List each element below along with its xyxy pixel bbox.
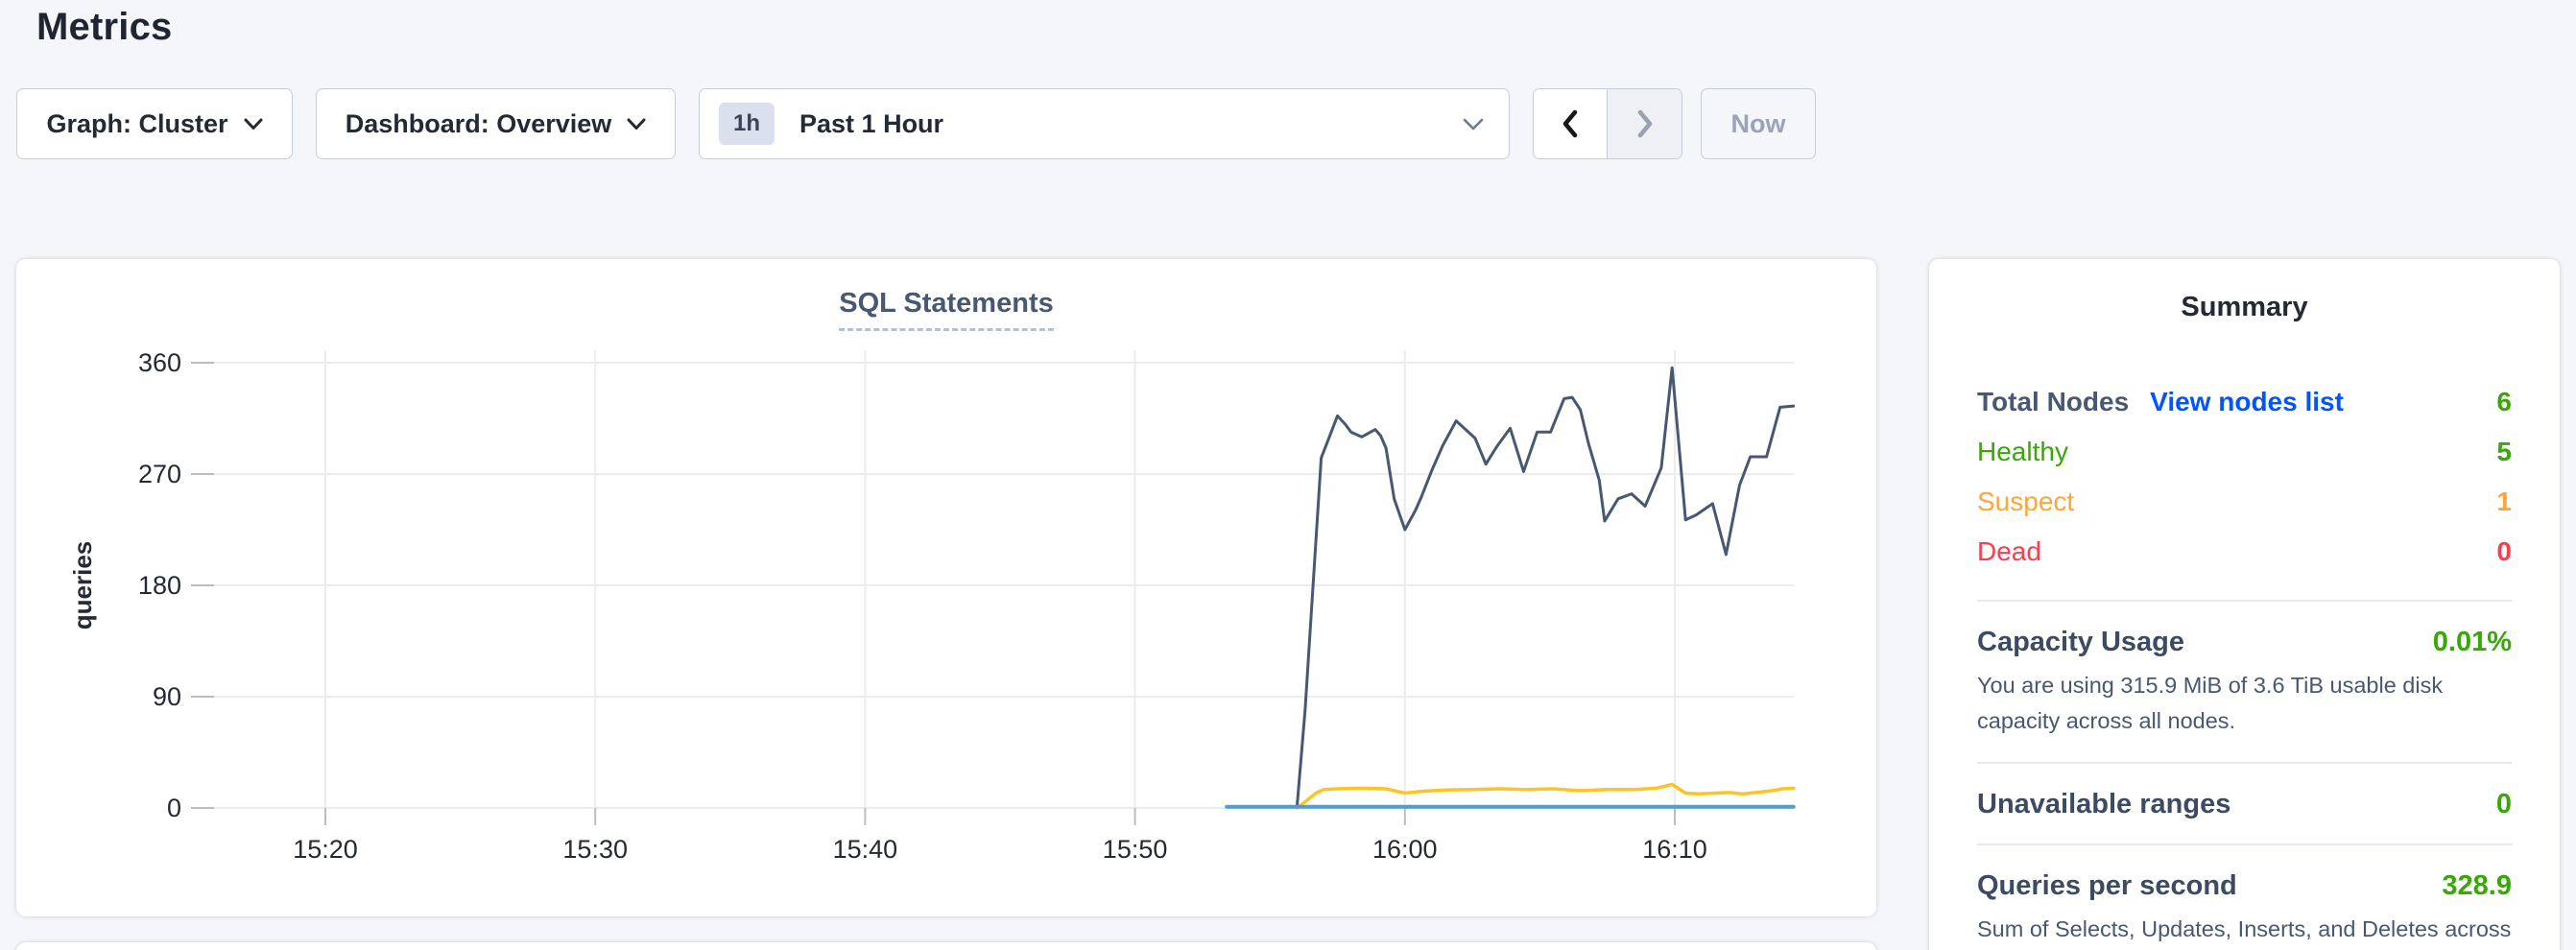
previous-time-window-button[interactable] xyxy=(1534,89,1608,158)
capacity-usage-description: You are using 315.9 MiB of 3.6 TiB usabl… xyxy=(1977,668,2512,739)
total-nodes-row: Total Nodes View nodes list 6 xyxy=(1977,377,2512,427)
now-button[interactable]: Now xyxy=(1701,88,1816,159)
time-range-badge: 1h xyxy=(719,103,775,145)
suspect-value: 1 xyxy=(2496,487,2512,517)
time-window-nav xyxy=(1533,88,1682,159)
chevron-left-icon xyxy=(1557,107,1584,141)
summary-panel: Summary Total Nodes View nodes list 6 He… xyxy=(1929,259,2560,950)
sql-statements-chart[interactable]: 0 90 180 270 360 15:20 15:30 15:40 15:50 16:00 16:… xyxy=(16,259,1876,916)
unavailable-ranges-section: Unavailable ranges 0 xyxy=(1977,789,2512,820)
divider xyxy=(1977,843,2512,845)
svg-text:15:50: 15:50 xyxy=(1103,835,1168,864)
summary-title: Summary xyxy=(1977,292,2512,323)
dead-value: 0 xyxy=(2496,536,2512,567)
dashboard-dropdown-label: Dashboard: Overview xyxy=(346,109,612,139)
unavailable-ranges-label: Unavailable ranges xyxy=(1977,789,2230,820)
yellow-series xyxy=(1297,785,1793,809)
dead-label: Dead xyxy=(1977,536,2041,567)
capacity-usage-value: 0.01% xyxy=(2433,627,2512,658)
divider xyxy=(1977,600,2512,602)
total-nodes-label: Total Nodes xyxy=(1977,387,2129,417)
svg-text:0: 0 xyxy=(167,794,181,822)
capacity-usage-label: Capacity Usage xyxy=(1977,627,2184,658)
healthy-nodes-row: Healthy 5 xyxy=(1977,427,2512,477)
page-title: Metrics xyxy=(36,6,172,49)
dead-nodes-row: Dead 0 xyxy=(1977,527,2512,577)
view-nodes-list-link[interactable]: View nodes list xyxy=(2150,387,2344,417)
svg-text:16:00: 16:00 xyxy=(1372,835,1438,864)
svg-text:90: 90 xyxy=(153,682,181,711)
chevron-down-icon xyxy=(1463,118,1484,131)
dark-slate-series xyxy=(1297,368,1793,808)
svg-text:15:20: 15:20 xyxy=(293,835,358,864)
queries-per-second-description: Sum of Selects, Updates, Inserts, and De… xyxy=(1977,912,2512,950)
svg-text:queries: queries xyxy=(68,541,97,630)
svg-text:15:40: 15:40 xyxy=(833,835,898,864)
svg-text:180: 180 xyxy=(138,571,181,600)
time-range-selector[interactable]: 1h Past 1 Hour xyxy=(699,88,1510,159)
time-range-label: Past 1 Hour xyxy=(799,109,1463,139)
healthy-label: Healthy xyxy=(1977,437,2068,467)
chevron-down-icon xyxy=(627,118,646,131)
svg-text:16:10: 16:10 xyxy=(1642,835,1707,864)
healthy-value: 5 xyxy=(2496,437,2512,467)
divider xyxy=(1977,762,2512,764)
graph-dropdown[interactable]: Graph: Cluster xyxy=(16,88,293,159)
queries-per-second-section: Queries per second 328.9 Sum of Selects,… xyxy=(1977,870,2512,950)
queries-per-second-label: Queries per second xyxy=(1977,870,2237,902)
next-time-window-button[interactable] xyxy=(1608,89,1682,158)
total-nodes-value: 6 xyxy=(2496,387,2512,417)
queries-per-second-value: 328.9 xyxy=(2442,870,2512,902)
svg-text:270: 270 xyxy=(138,460,181,488)
next-chart-card-partial xyxy=(16,942,1876,950)
svg-text:360: 360 xyxy=(138,348,181,377)
suspect-nodes-row: Suspect 1 xyxy=(1977,477,2512,527)
chevron-down-icon xyxy=(244,118,263,131)
dashboard-dropdown[interactable]: Dashboard: Overview xyxy=(316,88,676,159)
svg-text:15:30: 15:30 xyxy=(562,835,628,864)
suspect-label: Suspect xyxy=(1977,487,2074,517)
graph-dropdown-label: Graph: Cluster xyxy=(46,109,227,139)
capacity-usage-section: Capacity Usage 0.01% You are using 315.9… xyxy=(1977,627,2512,739)
chevron-right-icon xyxy=(1632,107,1658,141)
unavailable-ranges-value: 0 xyxy=(2496,789,2512,820)
sql-statements-chart-card: SQL Statements 09018027036015:2015:3015:… xyxy=(16,259,1876,916)
